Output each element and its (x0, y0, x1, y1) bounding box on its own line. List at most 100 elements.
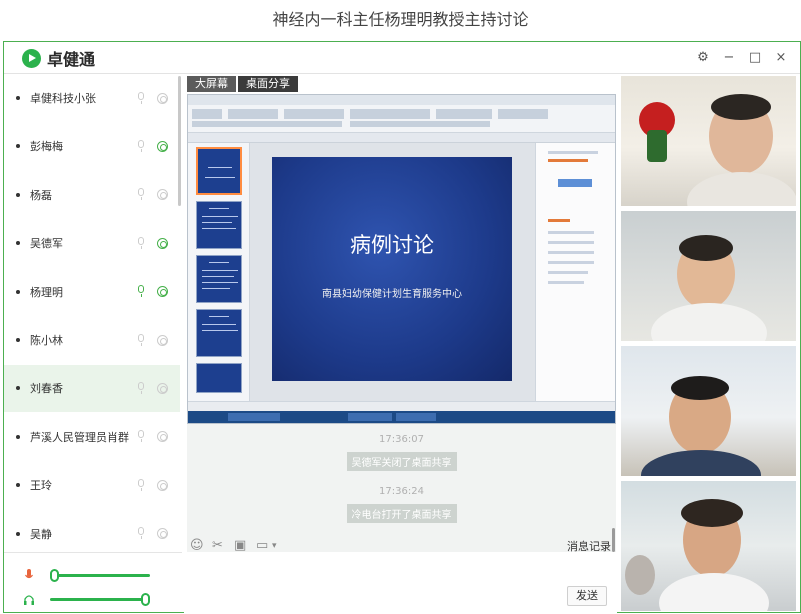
chat-system-message: 冷电台打开了桌面共享 (187, 503, 616, 523)
mic-icon (25, 569, 33, 579)
chat-timestamp: 17:36:07 (379, 434, 424, 445)
title-bar: 卓健通 ⚙ − □ × (4, 42, 800, 74)
camera-icon[interactable] (157, 334, 168, 346)
camera-icon[interactable] (157, 528, 168, 540)
participant-item[interactable]: 刘春香 (4, 364, 180, 412)
camera-icon[interactable] (157, 479, 168, 491)
slide-thumbnail (196, 255, 242, 303)
app-window: 卓健通 ⚙ − □ × 卓健科技小张 彭梅梅杨磊吴德军杨理明 陈小林刘春香芦溪人民管… (3, 41, 801, 614)
minimize-button[interactable]: − (716, 48, 742, 68)
slide-subtitle: 南县妇幼保健计划生育服务中心 (322, 289, 462, 300)
app-name: 卓健通 (47, 50, 96, 69)
participant-item[interactable]: 吴静 (4, 510, 180, 552)
bullet (16, 192, 20, 197)
participant-item[interactable]: 芦溪人民管理员肖群 (4, 413, 180, 460)
bullet (16, 241, 20, 246)
video-feed[interactable] (621, 346, 796, 476)
screen-capture-icon[interactable]: ▭ (256, 538, 268, 553)
participant-item[interactable]: 王玲 (4, 462, 180, 509)
bullet (16, 531, 20, 536)
mic-icon[interactable] (137, 478, 145, 492)
bullet (16, 483, 20, 488)
participant-item[interactable]: 彭梅梅 (4, 123, 180, 170)
video-feed[interactable] (621, 211, 796, 341)
ppt-side-panel (535, 143, 615, 401)
video-panel (619, 74, 800, 614)
video-feed[interactable] (621, 76, 796, 206)
mic-icon[interactable] (137, 139, 145, 153)
participant-name: 吴德军 (30, 237, 63, 251)
emoji-icon[interactable]: ☺ (190, 538, 204, 553)
mic-icon[interactable] (137, 188, 145, 201)
video-feed[interactable] (621, 481, 796, 611)
mic-icon[interactable] (137, 91, 145, 105)
tab-desktop-share[interactable]: 桌面分享 (238, 76, 298, 92)
close-button[interactable]: × (768, 48, 794, 68)
participant-name: 卓健科技小张 (30, 92, 96, 105)
bullet (16, 338, 20, 342)
page-title: 神经内一科主任杨理明教授主持讨论 (272, 10, 529, 29)
screen-share-area: 大屏幕 桌面分享 病例讨论 南县妇幼保健计划生育服务中心 17:36:07 吴德… (184, 74, 617, 552)
slide-canvas: 病例讨论 南县妇幼保健计划生育服务中心 (250, 143, 535, 401)
shared-screen: 病例讨论 南县妇幼保健计划生育服务中心 (187, 94, 616, 424)
mic-icon[interactable] (137, 381, 145, 395)
slide-thumbnail (196, 147, 242, 195)
mic-volume-handle[interactable] (50, 569, 59, 582)
bullet (16, 289, 20, 294)
slide-title: 病例讨论 (350, 233, 434, 257)
camera-icon[interactable] (157, 140, 168, 152)
speaker-volume-slider[interactable] (50, 598, 150, 601)
send-button[interactable]: 发送 (567, 586, 607, 606)
message-history-link[interactable]: 消息记录 (567, 538, 611, 554)
app-logo: 卓健通 (22, 48, 96, 69)
participant-name: 杨磊 (30, 188, 52, 202)
mic-icon[interactable] (137, 333, 145, 347)
participant-list: 卓健科技小张 彭梅梅杨磊吴德军杨理明 陈小林刘春香芦溪人民管理员肖群 王玲吴静 (4, 74, 180, 552)
chat-system-message: 吴德军关闭了桌面共享 (187, 451, 616, 471)
tab-big-screen[interactable]: 大屏幕 (187, 76, 236, 92)
headphone-icon (24, 595, 34, 605)
participant-item[interactable]: 杨理明 (4, 268, 180, 315)
settings-icon[interactable]: ⚙ (690, 48, 716, 68)
mic-icon[interactable] (137, 285, 145, 298)
participant-name: 芦溪人民管理员肖群 (30, 430, 129, 444)
windows-taskbar (188, 411, 615, 423)
slide-thumbnail (196, 363, 242, 393)
ppt-doc-tabs (188, 133, 615, 143)
slide-thumbnail (196, 309, 242, 357)
maximize-button[interactable]: □ (742, 48, 768, 68)
mic-icon[interactable] (137, 527, 145, 540)
mic-icon[interactable] (137, 430, 145, 443)
camera-icon[interactable] (157, 431, 168, 443)
participant-item[interactable]: 吴德军 (4, 220, 180, 267)
participant-list-scrollbar[interactable] (178, 76, 181, 206)
mic-icon[interactable] (137, 236, 145, 250)
camera-icon[interactable] (157, 382, 168, 394)
scissors-icon[interactable]: ✂ (212, 538, 223, 553)
bullet (16, 96, 20, 100)
bullet (16, 144, 20, 149)
participant-item[interactable]: 杨磊 (4, 171, 180, 218)
camera-icon[interactable] (157, 92, 168, 104)
participant-name: 彭梅梅 (30, 140, 63, 154)
image-icon[interactable]: ▣ (234, 538, 246, 553)
mic-volume-slider[interactable] (50, 574, 150, 577)
participant-name: 吴静 (30, 527, 52, 541)
chat-input[interactable]: 发送 (184, 557, 617, 614)
chevron-down-icon[interactable]: ▾ (272, 541, 277, 551)
camera-icon[interactable] (157, 286, 168, 298)
bullet (16, 434, 20, 439)
chat-toolbar: ☺ ✂ ▣ ▭ ▾ 消息记录 (184, 533, 617, 557)
participant-name: 王玲 (30, 479, 52, 493)
chat-timestamp: 17:36:24 (379, 486, 424, 497)
volume-controls (4, 552, 182, 614)
camera-icon[interactable] (157, 237, 168, 249)
speaker-volume-handle[interactable] (141, 593, 150, 606)
participant-item[interactable]: 卓健科技小张 (4, 75, 180, 122)
slide-thumbnails (188, 143, 250, 401)
camera-icon[interactable] (157, 189, 168, 201)
participant-item[interactable]: 陈小林 (4, 317, 180, 364)
participant-name: 刘春香 (30, 382, 63, 396)
mic-volume-row (24, 569, 154, 583)
speaker-volume-row (24, 593, 154, 607)
